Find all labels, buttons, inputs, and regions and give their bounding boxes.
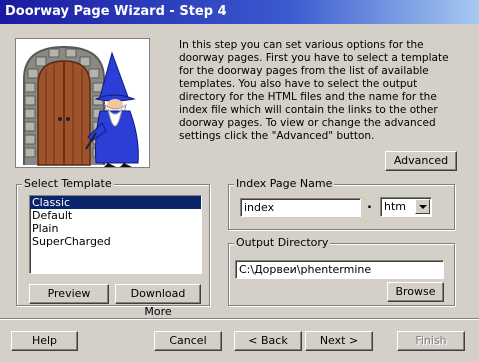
cancel-button[interactable]: Cancel <box>154 331 222 351</box>
advanced-button[interactable]: Advanced <box>385 151 457 171</box>
index-name-input[interactable]: index <box>240 198 361 217</box>
browse-button[interactable]: Browse <box>387 282 444 302</box>
extension-dot: . <box>367 197 372 212</box>
index-page-label: Index Page Name <box>234 177 335 190</box>
next-button[interactable]: Next > <box>305 331 373 351</box>
footer-separator <box>0 318 479 320</box>
window-title: Doorway Page Wizard - Step 4 <box>0 0 479 24</box>
output-directory-label: Output Directory <box>234 236 331 249</box>
template-listbox[interactable]: Classic Default Plain SuperCharged <box>29 195 202 274</box>
intro-text: In this step you can set various options… <box>179 39 449 142</box>
template-item-supercharged[interactable]: SuperCharged <box>30 235 201 248</box>
wizard-banner-image <box>15 38 150 168</box>
help-button[interactable]: Help <box>11 331 78 351</box>
output-directory-input[interactable]: C:\Дорвеи\phentermine <box>235 260 444 279</box>
preview-button[interactable]: Preview <box>29 284 109 304</box>
chevron-down-icon[interactable] <box>415 199 430 214</box>
extension-select[interactable]: htm <box>380 197 432 217</box>
template-item-default[interactable]: Default <box>30 209 201 222</box>
template-item-plain[interactable]: Plain <box>30 222 201 235</box>
template-item-classic[interactable]: Classic <box>30 196 201 209</box>
select-template-label: Select Template <box>22 177 114 190</box>
wizard-illustration-icon <box>23 45 139 167</box>
back-button[interactable]: < Back <box>234 331 302 351</box>
finish-button: Finish <box>397 331 465 351</box>
extension-select-value: htm <box>384 200 406 213</box>
download-more-button[interactable]: Download More <box>115 284 201 318</box>
